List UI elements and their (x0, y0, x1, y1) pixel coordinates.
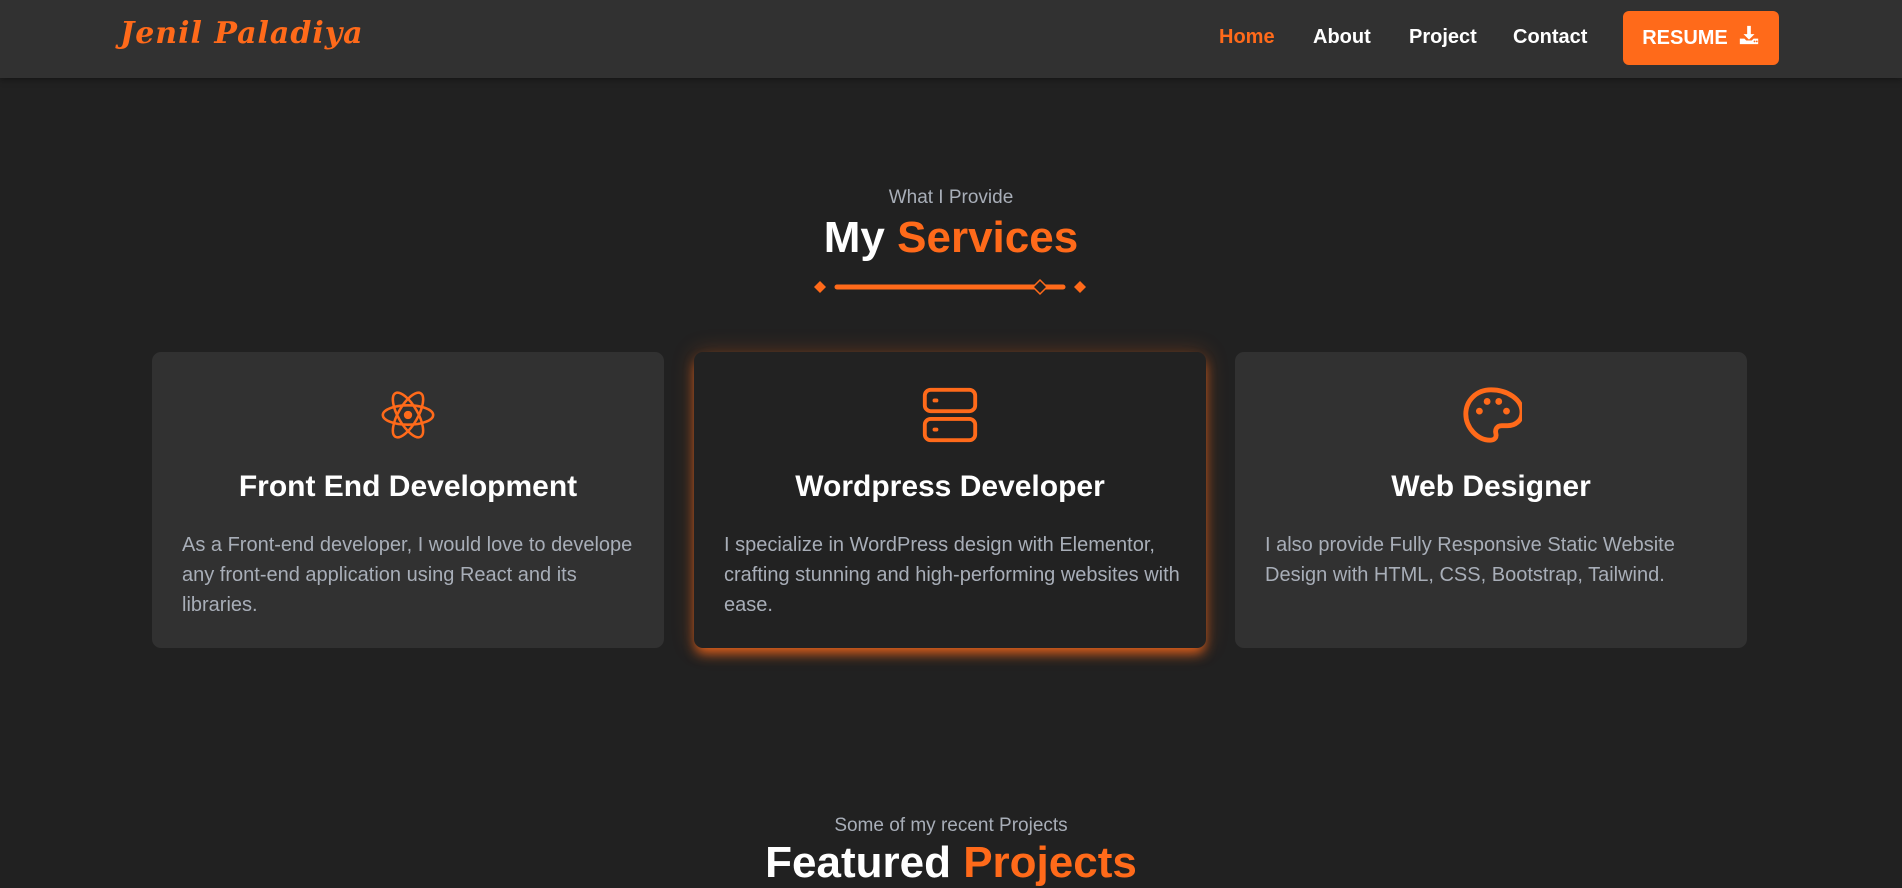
resume-button[interactable]: RESUME (1623, 11, 1779, 65)
projects-title: Featured Projects (0, 838, 1902, 888)
title-divider (814, 278, 1086, 296)
services-title-accent: Services (897, 213, 1079, 262)
nav-link-about[interactable]: About (1313, 26, 1371, 49)
server-icon (694, 384, 1206, 446)
service-card-title: Front End Development (238, 470, 578, 503)
service-card-title: Wordpress Developer (795, 470, 1105, 503)
services-subtitle: What I Provide (888, 187, 1014, 208)
projects-title-accent: Projects (963, 838, 1137, 887)
service-card-frontend[interactable]: Front End Development As a Front-end dev… (152, 352, 664, 648)
projects-subtitle: Some of my recent Projects (834, 815, 1068, 836)
service-card-webdesign[interactable]: Web Designer I also provide Fully Respon… (1235, 352, 1747, 648)
service-card-description: I also provide Fully Responsive Static W… (1265, 534, 1675, 586)
service-card-description: As a Front-end developer, I would love t… (182, 534, 633, 616)
navbar: Jenil Paladiya Home About Project Contac… (0, 0, 1902, 78)
atom-icon (152, 384, 664, 446)
services-title-main: My (823, 213, 885, 262)
service-card-description: I specialize in WordPress design with El… (724, 534, 1180, 616)
download-icon (1738, 24, 1760, 52)
resume-button-label: RESUME (1642, 26, 1728, 49)
services-title: My Services (0, 213, 1902, 263)
nav-link-project[interactable]: Project (1409, 26, 1477, 49)
projects-title-main: Featured (765, 838, 951, 887)
service-card-wordpress[interactable]: Wordpress Developer I specialize in Word… (694, 352, 1206, 648)
palette-icon (1235, 384, 1747, 446)
service-card-title: Web Designer (1391, 470, 1591, 503)
brand-logo[interactable]: Jenil Paladiya (120, 16, 364, 51)
nav-link-contact[interactable]: Contact (1513, 26, 1587, 49)
nav-link-home[interactable]: Home (1219, 26, 1275, 49)
